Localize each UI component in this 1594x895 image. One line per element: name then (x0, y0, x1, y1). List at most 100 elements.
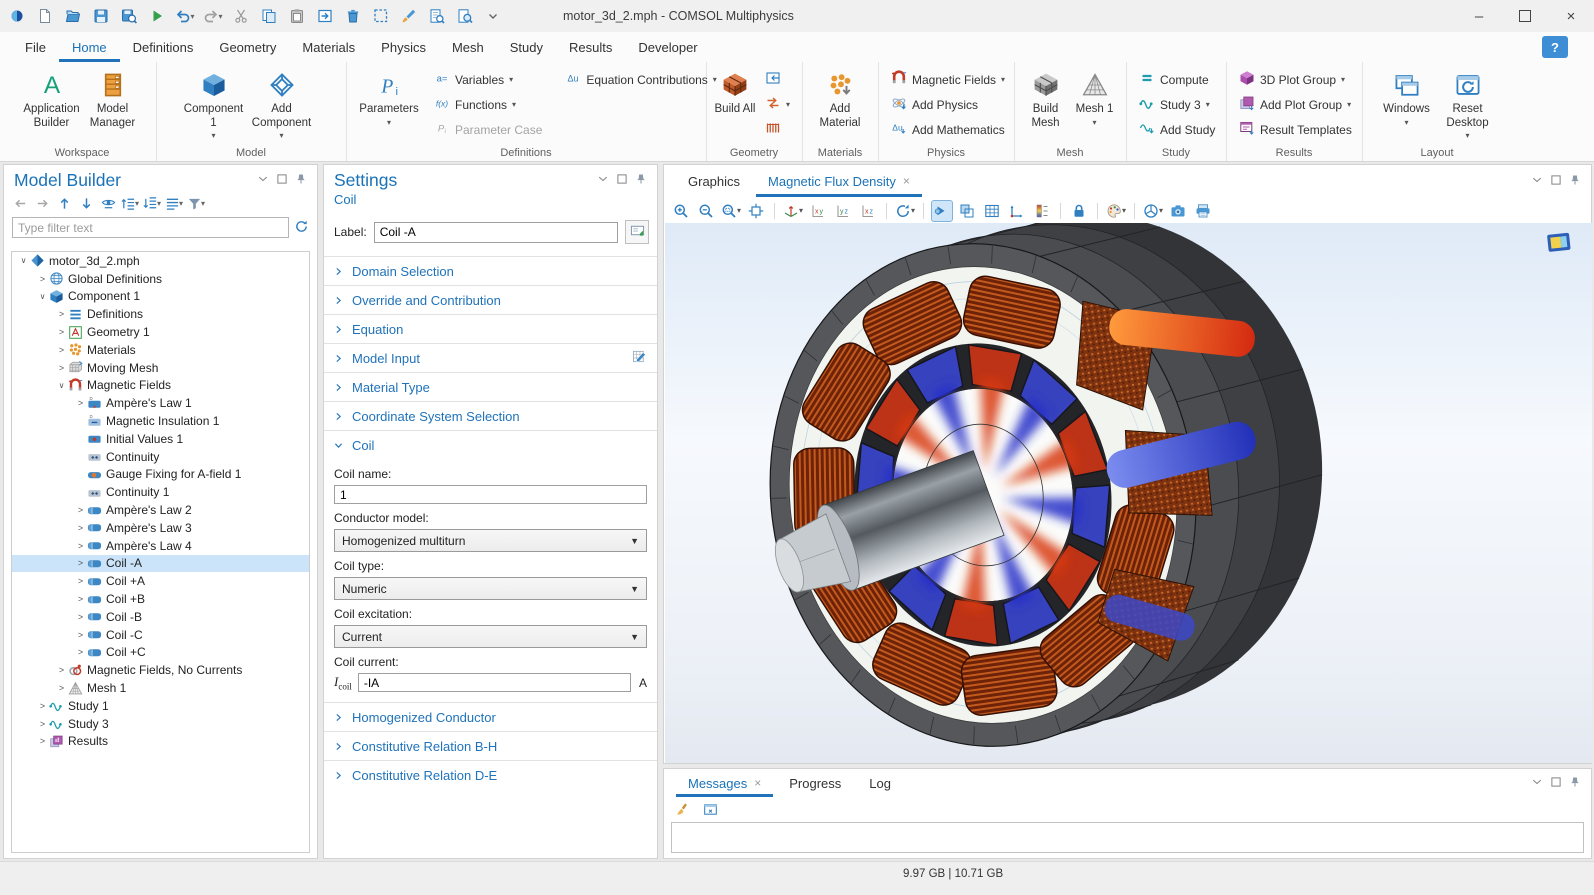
section-material-type[interactable]: Material Type (324, 372, 657, 401)
3d-plot-group-button[interactable]: 3D Plot Group ▾ (1234, 67, 1357, 92)
run-icon[interactable] (144, 3, 170, 29)
reset-desktop-button[interactable]: Reset Desktop ▾ (1439, 67, 1497, 140)
tree-item-amp-re-s-law-4[interactable]: >Ampère's Law 4 (12, 537, 309, 555)
messages-tab-log[interactable]: Log (857, 769, 903, 797)
functions-button[interactable]: f(x) Functions ▾ (429, 92, 547, 117)
transparency-icon[interactable] (956, 200, 978, 222)
cut-icon[interactable] (228, 3, 254, 29)
magnetic-fields-button[interactable]: Magnetic Fields ▾ (886, 67, 1010, 92)
section-coil[interactable]: Coil (324, 430, 657, 459)
rotate-icon[interactable]: ▾ (894, 200, 916, 222)
color-legend-icon[interactable] (1031, 200, 1053, 222)
expand-arrow-icon[interactable]: > (56, 345, 67, 355)
expand-arrow-icon[interactable]: > (56, 683, 67, 693)
coil-current-input[interactable] (358, 673, 631, 692)
tree-item-definitions[interactable]: >Definitions (12, 305, 309, 323)
tree-item-study-1[interactable]: >Study 1 (12, 697, 309, 715)
mesh-1-button[interactable]: Mesh 1 ▾ (1072, 67, 1118, 127)
maximize-button[interactable] (1502, 0, 1548, 32)
section-equation[interactable]: Equation (324, 314, 657, 343)
build-mesh-button[interactable]: Build Mesh (1023, 67, 1069, 130)
coil-type-select[interactable]: Numeric▼ (334, 577, 647, 600)
partition-button[interactable] (760, 117, 795, 142)
section-override-and-contribution[interactable]: Override and Contribution (324, 285, 657, 314)
lock-icon[interactable] (1068, 200, 1090, 222)
menu-tab-geometry[interactable]: Geometry (206, 32, 289, 62)
expand-arrow-icon[interactable]: > (56, 327, 67, 337)
component-1-button[interactable]: Component 1 ▾ (185, 67, 243, 140)
tree-item-study-3[interactable]: >Study 3 (12, 715, 309, 733)
more-commands-icon[interactable] (480, 3, 506, 29)
open-in-window-icon[interactable] (700, 799, 720, 819)
compute-button[interactable]: Compute (1134, 67, 1220, 92)
model-manager-button[interactable]: Model Manager (84, 67, 142, 130)
parameters-button[interactable]: Pi Parameters ▾ (360, 67, 418, 127)
collapse-arrow-icon[interactable]: ∨ (56, 381, 67, 390)
messages-tab-progress[interactable]: Progress (777, 769, 853, 797)
tree-item-amp-re-s-law-2[interactable]: >Ampère's Law 2 (12, 501, 309, 519)
expand-arrow-icon[interactable]: > (75, 576, 86, 586)
expand-arrow-icon[interactable]: > (56, 665, 67, 675)
variables-button[interactable]: a= Variables ▾ (429, 67, 547, 92)
section-model-input[interactable]: Model Input (324, 343, 657, 372)
expand-arrow-icon[interactable]: > (75, 630, 86, 640)
panel-float-icon[interactable] (1550, 776, 1562, 791)
refresh-icon[interactable] (294, 219, 309, 237)
clear-messages-icon[interactable] (673, 799, 693, 819)
zoom-out-icon[interactable] (695, 200, 717, 222)
collapse-all-icon[interactable]: ▾ (142, 193, 162, 213)
menu-tab-definitions[interactable]: Definitions (120, 32, 207, 62)
equation-contributions-button[interactable]: Δu Equation Contributions ▾ (560, 67, 721, 92)
expand-arrow-icon[interactable]: > (75, 505, 86, 515)
copy-icon[interactable] (256, 3, 282, 29)
expand-arrow-icon[interactable]: > (37, 274, 48, 284)
tree-item-moving-mesh[interactable]: >Moving Mesh (12, 359, 309, 377)
find-icon[interactable] (452, 3, 478, 29)
comsol-logo-icon[interactable] (4, 3, 30, 29)
coil-name-input[interactable] (334, 485, 647, 504)
windows-button[interactable]: Windows ▾ (1378, 67, 1436, 127)
save-as-icon[interactable] (116, 3, 142, 29)
graphics-tab-magnetic-flux-density[interactable]: Magnetic Flux Density× (756, 165, 922, 197)
deselect-icon[interactable] (396, 3, 422, 29)
section-domain-selection[interactable]: Domain Selection (324, 256, 657, 285)
tree-item-materials[interactable]: >Materials (12, 341, 309, 359)
expand-arrow-icon[interactable]: > (37, 719, 48, 729)
panel-pin-icon[interactable] (635, 173, 647, 188)
panel-collapse-icon[interactable] (1531, 776, 1543, 791)
panel-pin-icon[interactable] (1569, 174, 1581, 189)
tree-item-coil-a[interactable]: >Coil +A (12, 572, 309, 590)
scene-light-icon[interactable] (931, 200, 953, 222)
zoom-box-icon[interactable]: ▾ (720, 200, 742, 222)
panel-collapse-icon[interactable] (597, 173, 609, 188)
expand-arrow-icon[interactable]: > (75, 541, 86, 551)
open-file-icon[interactable] (60, 3, 86, 29)
motor-3d-plot[interactable] (665, 223, 1592, 763)
close-tab-icon[interactable]: × (903, 174, 910, 188)
expand-arrow-icon[interactable]: > (56, 363, 67, 373)
zoom-in-icon[interactable] (670, 200, 692, 222)
expand-arrow-icon[interactable]: > (75, 594, 86, 604)
label-input[interactable] (374, 222, 618, 243)
tree-item-magnetic-insulation-1[interactable]: DMagnetic Insulation 1 (12, 412, 309, 430)
expand-arrow-icon[interactable]: > (75, 558, 86, 568)
zoom-extents-icon[interactable] (745, 200, 767, 222)
expand-arrow-icon[interactable]: > (56, 309, 67, 319)
tree-item-motor-3d-2-mph[interactable]: ∨motor_3d_2.mph (12, 252, 309, 270)
expand-arrow-icon[interactable]: > (37, 736, 48, 746)
collapse-arrow-icon[interactable]: ∨ (37, 292, 48, 301)
expand-arrow-icon[interactable]: > (75, 523, 86, 533)
tree-item-global-definitions[interactable]: >Global Definitions (12, 270, 309, 288)
messages-tab-messages[interactable]: Messages× (676, 769, 773, 797)
add-study-button[interactable]: Add Study (1134, 117, 1220, 142)
environment-icon[interactable]: ▾ (1142, 200, 1164, 222)
tree-item-coil-c[interactable]: >Coil +C (12, 644, 309, 662)
result-templates-button[interactable]: Result Templates (1234, 117, 1357, 142)
save-icon[interactable] (88, 3, 114, 29)
menu-tab-mesh[interactable]: Mesh (439, 32, 497, 62)
delete-icon[interactable] (340, 3, 366, 29)
axes-icon[interactable] (1006, 200, 1028, 222)
preview-icon[interactable] (424, 3, 450, 29)
panel-pin-icon[interactable] (1569, 776, 1581, 791)
tree-item-magnetic-fields[interactable]: ∨Magnetic Fields (12, 377, 309, 395)
